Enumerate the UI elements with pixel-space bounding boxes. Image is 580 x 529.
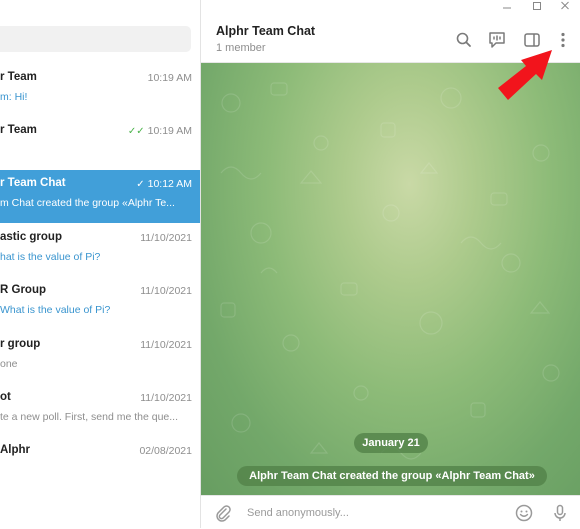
member-count: 1 member (216, 42, 266, 54)
date-divider: January 21 (354, 433, 428, 453)
emoji-icon[interactable] (514, 503, 534, 523)
chat-time: 11/10/2021 (140, 232, 192, 244)
chat-list-item[interactable]: r Team 10:19 AM m: Hi! (0, 64, 200, 117)
message-input[interactable]: Send anonymously... (247, 507, 349, 519)
chat-list-item[interactable]: Alphr 02/08/2021 (0, 437, 200, 490)
chat-list-panel: r Team 10:19 AM m: Hi! r Team ✓✓ 10:19 AM… (0, 0, 201, 528)
service-message: Alphr Team Chat created the group «Alphr… (237, 466, 547, 486)
chat-list-item[interactable]: r group 11/10/2021 one (0, 331, 200, 384)
annotation-arrow-icon (498, 50, 552, 100)
minimize-icon[interactable] (492, 0, 522, 16)
close-icon[interactable] (550, 0, 580, 16)
chat-preview: What is the value of Pi? (0, 304, 111, 316)
chat-name: astic group (0, 231, 62, 243)
chat-time: 02/08/2021 (139, 445, 192, 457)
chat-name: r Team (0, 71, 37, 83)
double-check-icon: ✓✓ (127, 126, 145, 137)
chat-name: r Team Chat (0, 177, 66, 189)
chat-list-item[interactable]: R Group 11/10/2021 What is the value of … (0, 277, 200, 330)
chat-preview: one (0, 358, 18, 370)
chat-time: 11/10/2021 (140, 285, 192, 297)
chat-list-item[interactable]: r Team ✓✓ 10:19 AM (0, 117, 200, 170)
chat-list-item-active[interactable]: r Team Chat ✓ 10:12 AM m Chat created the… (0, 170, 200, 223)
chat-time: ✓ 10:12 AM (136, 178, 192, 190)
chat-name: R Group (0, 284, 46, 296)
maximize-icon[interactable] (522, 0, 552, 16)
chat-time: ✓✓ 10:19 AM (127, 125, 192, 137)
chat-list-item[interactable]: ot 11/10/2021 te a new poll. First, send… (0, 384, 200, 437)
chat-time: 10:19 AM (147, 72, 192, 84)
chat-time: 11/10/2021 (140, 392, 192, 404)
chat-preview: hat is the value of Pi? (0, 251, 101, 263)
search-input[interactable] (0, 26, 191, 52)
message-composer: Send anonymously... (201, 495, 580, 529)
chat-preview: m: Hi! (0, 91, 28, 103)
chat-name: Alphr (0, 444, 31, 456)
chat-preview: m Chat created the group «Alphr Te... (0, 197, 175, 209)
chat-name: r group (0, 338, 41, 350)
chat-title[interactable]: Alphr Team Chat (216, 24, 315, 38)
chat-area: January 21 Alphr Team Chat created the g… (201, 63, 580, 495)
microphone-icon[interactable] (550, 503, 570, 523)
chat-name: r Team (0, 124, 37, 136)
chat-preview: te a new poll. First, send me the que... (0, 411, 179, 423)
chat-list-item[interactable]: astic group 11/10/2021 hat is the value … (0, 224, 200, 277)
search-icon[interactable] (454, 30, 474, 50)
chat-time: 11/10/2021 (140, 339, 192, 351)
check-icon: ✓ (136, 179, 145, 190)
chat-background-pattern (220, 82, 560, 460)
chat-name: ot (0, 391, 11, 403)
attach-icon[interactable] (213, 503, 233, 523)
